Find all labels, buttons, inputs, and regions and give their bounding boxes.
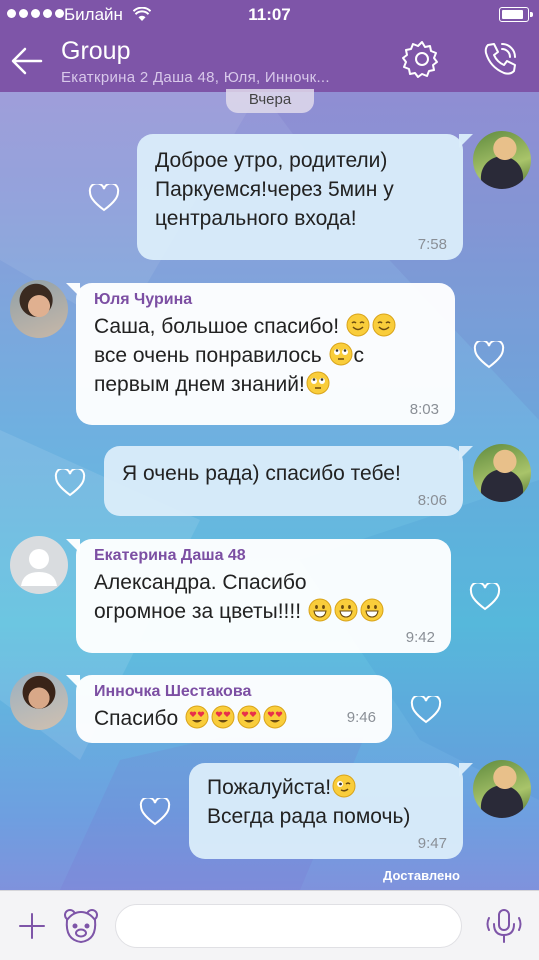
microphone-icon[interactable] bbox=[482, 904, 526, 948]
message-text: Александра. Спасибо огромное за цветы!!!… bbox=[94, 568, 433, 626]
message-text: Пожалуйста! Всегда рада помочь) bbox=[207, 774, 411, 828]
sender-name: Юля Чурина bbox=[94, 291, 193, 308]
heart-icon[interactable] bbox=[54, 469, 86, 497]
delivery-status: Доставлено bbox=[383, 868, 460, 883]
heart-icon[interactable] bbox=[410, 696, 442, 724]
heart-icon[interactable] bbox=[473, 341, 505, 369]
chat-participants[interactable]: Екаткрина 2 Даша 48, Юля, Инночк... bbox=[61, 69, 330, 86]
smiling-emoji-icon bbox=[372, 313, 396, 337]
grinning-emoji-icon bbox=[308, 598, 332, 622]
avatar[interactable] bbox=[473, 444, 531, 502]
gear-icon[interactable] bbox=[402, 39, 442, 79]
message-bubble[interactable]: Юля Чурина Саша, большое спасибо! все оч… bbox=[66, 283, 455, 425]
avatar[interactable] bbox=[10, 280, 68, 338]
sender-name: Инночка Шестакова bbox=[94, 683, 252, 700]
message-text: Спасибо bbox=[94, 704, 374, 733]
avatar[interactable] bbox=[473, 131, 531, 189]
message-time: 9:46 bbox=[346, 709, 376, 726]
rolling-eyes-emoji-icon bbox=[306, 371, 330, 395]
message-text: Я очень рада) спасибо тебе! bbox=[122, 462, 401, 485]
default-avatar-icon[interactable] bbox=[10, 536, 68, 594]
message-time: 8:06 bbox=[417, 492, 447, 509]
heart-icon[interactable] bbox=[88, 184, 120, 212]
heart-eyes-emoji-icon bbox=[263, 705, 287, 729]
smiling-emoji-icon bbox=[346, 313, 370, 337]
battery-icon bbox=[499, 7, 533, 22]
message-text: Доброе утро, родители) Паркуемся!через 5… bbox=[155, 149, 394, 230]
message-time: 7:58 bbox=[417, 236, 447, 253]
message-time: 9:47 bbox=[417, 835, 447, 852]
message-input[interactable] bbox=[115, 904, 462, 948]
message-bubble[interactable]: Екатерина Даша 48 Александра. Спасибо ог… bbox=[66, 539, 451, 653]
clock: 11:07 bbox=[248, 5, 291, 24]
plus-icon[interactable] bbox=[16, 910, 48, 942]
composer-bar bbox=[0, 890, 539, 960]
message-bubble[interactable]: Я очень рада) спасибо тебе! 8:06 bbox=[104, 446, 473, 516]
status-bar: Билайн 11:07 bbox=[0, 0, 539, 30]
avatar[interactable] bbox=[10, 672, 68, 730]
chat-title[interactable]: Group bbox=[61, 37, 130, 66]
winking-emoji-icon bbox=[332, 774, 356, 798]
heart-eyes-emoji-icon bbox=[237, 705, 261, 729]
grinning-emoji-icon bbox=[334, 598, 358, 622]
message-time: 9:42 bbox=[405, 629, 435, 646]
message-time: 8:03 bbox=[409, 401, 439, 418]
heart-eyes-emoji-icon bbox=[211, 705, 235, 729]
heart-icon[interactable] bbox=[469, 583, 501, 611]
chat-header: Group Екаткрина 2 Даша 48, Юля, Инночк..… bbox=[0, 30, 539, 92]
date-separator: Вчера bbox=[226, 89, 314, 113]
sender-name: Екатерина Даша 48 bbox=[94, 547, 246, 564]
message-text: Саша, большое спасибо! все очень понрави… bbox=[94, 312, 437, 399]
back-arrow-icon[interactable] bbox=[10, 46, 44, 76]
avatar[interactable] bbox=[473, 760, 531, 818]
message-bubble[interactable]: Пожалуйста! Всегда рада помочь) 9:47 bbox=[189, 763, 473, 859]
heart-eyes-emoji-icon bbox=[185, 705, 209, 729]
rolling-eyes-emoji-icon bbox=[329, 342, 352, 366]
message-bubble[interactable]: Доброе утро, родители) Паркуемся!через 5… bbox=[137, 134, 473, 260]
message-bubble[interactable]: Инночка Шестакова Спасибо 9:46 bbox=[66, 675, 392, 743]
heart-icon[interactable] bbox=[139, 798, 171, 826]
call-icon[interactable] bbox=[480, 39, 520, 79]
sticker-bear-icon[interactable] bbox=[61, 906, 101, 946]
grinning-emoji-icon bbox=[360, 598, 384, 622]
